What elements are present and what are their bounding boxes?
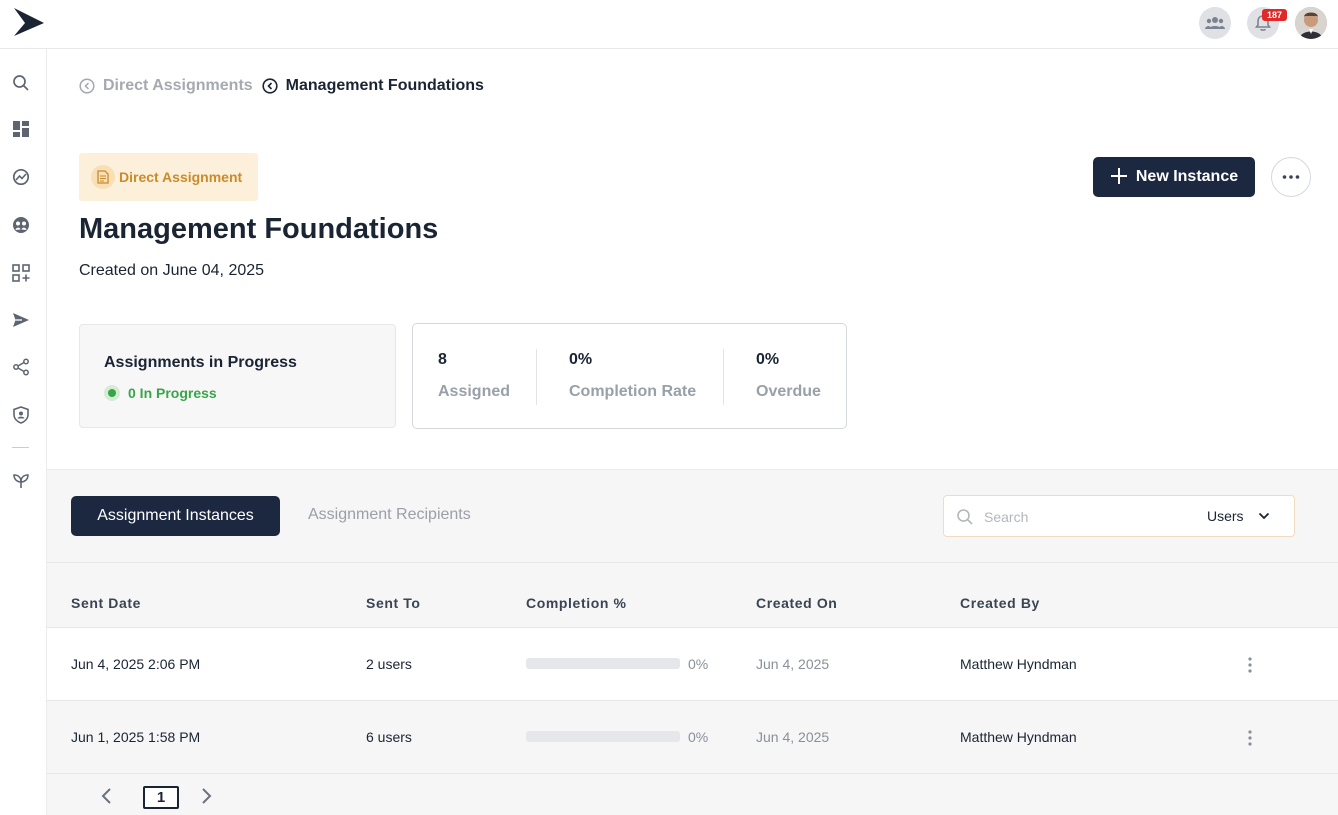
column-header[interactable]: Sent To	[366, 595, 421, 611]
stat-assigned: 8 Assigned	[438, 351, 510, 401]
search-icon	[957, 509, 973, 525]
progress-card-heading: Assignments in Progress	[104, 354, 297, 371]
share-icon[interactable]	[11, 357, 31, 377]
kebab-menu-icon	[1248, 730, 1252, 746]
stat-divider	[536, 349, 537, 405]
column-header[interactable]: Created On	[756, 595, 837, 611]
send-icon[interactable]	[11, 310, 31, 330]
stats-card: 8 Assigned 0% Completion Rate 0% Overdue	[412, 323, 847, 429]
chevron-right-icon	[202, 788, 212, 804]
completion-percent: 0%	[688, 729, 709, 745]
table-row[interactable]: Jun 4, 2025 2:06 PM 2 users 0% Jun 4, 20…	[47, 628, 1338, 701]
search-filter-select[interactable]: Users	[1207, 508, 1270, 524]
completion-progress-bar	[526, 731, 680, 742]
column-header[interactable]: Completion %	[526, 595, 627, 611]
stat-label: Overdue	[756, 383, 821, 400]
dashboard-icon[interactable]	[11, 119, 31, 139]
stat-label: Assigned	[438, 383, 511, 400]
notification-count-badge: 187	[1262, 9, 1287, 21]
document-icon	[91, 165, 115, 189]
search-icon[interactable]	[11, 73, 31, 93]
progress-card: Assignments in Progress 0 In Progress	[79, 324, 396, 428]
chevron-left-icon	[101, 788, 111, 804]
tab-assignment-recipients[interactable]: Assignment Recipients	[308, 506, 471, 524]
breadcrumb-parent[interactable]: Direct Assignments	[79, 77, 253, 95]
column-header[interactable]: Sent Date	[71, 595, 141, 611]
stat-divider	[723, 349, 724, 405]
created-by-cell: Matthew Hyndman	[960, 729, 1077, 745]
created-by-cell: Matthew Hyndman	[960, 656, 1077, 672]
stat-completion-rate: 0% Completion Rate	[569, 351, 696, 401]
instances-section: Assignment Instances Assignment Recipien…	[47, 469, 1338, 815]
created-date: Created on June 04, 2025	[79, 262, 265, 279]
back-arrow-icon	[262, 78, 278, 94]
sidebar-nav	[0, 49, 47, 815]
new-instance-label: New Instance	[1135, 168, 1239, 185]
search-filter-value: Users	[1207, 508, 1244, 524]
apps-add-icon[interactable]	[11, 263, 31, 283]
sent-to-cell: 6 users	[366, 729, 412, 745]
stat-value: 0%	[569, 351, 593, 368]
progress-status: 0 In Progress	[104, 385, 217, 401]
breadcrumb-current-label: Management Foundations	[285, 77, 484, 94]
stat-label: Completion Rate	[569, 383, 697, 400]
stat-value: 0%	[756, 351, 780, 368]
team-icon[interactable]	[1199, 7, 1231, 39]
next-page-button[interactable]	[196, 786, 216, 806]
user-avatar[interactable]	[1295, 7, 1327, 39]
previous-page-button[interactable]	[97, 786, 117, 806]
row-menu-button[interactable]	[1240, 655, 1260, 675]
table-header: Sent Date Sent To Completion % Created O…	[47, 562, 1338, 628]
stat-overdue: 0% Overdue	[756, 351, 821, 401]
people-icon[interactable]	[11, 215, 31, 235]
more-options-button[interactable]	[1271, 157, 1311, 197]
plant-icon[interactable]	[11, 471, 31, 491]
breadcrumb-parent-label: Direct Assignments	[103, 77, 253, 94]
created-on-cell: Jun 4, 2025	[756, 656, 830, 672]
table-row[interactable]: Jun 1, 2025 1:58 PM 6 users 0% Jun 4, 20…	[47, 701, 1338, 774]
chevron-down-icon	[1258, 512, 1269, 520]
assignment-type-badge: Direct Assignment	[79, 153, 258, 201]
page-number-current[interactable]: 1	[143, 786, 179, 809]
stat-value: 8	[438, 351, 447, 368]
row-menu-button[interactable]	[1240, 728, 1260, 748]
sent-date-cell: Jun 4, 2025 2:06 PM	[71, 656, 201, 672]
completion-percent: 0%	[688, 656, 709, 672]
analytics-icon[interactable]	[11, 167, 31, 187]
breadcrumb-current[interactable]: Management Foundations	[262, 77, 484, 95]
search-input[interactable]	[984, 506, 1184, 528]
shield-icon[interactable]	[11, 405, 31, 425]
brand-logo[interactable]	[12, 6, 46, 38]
sidebar-divider	[12, 447, 29, 448]
completion-progress-bar	[526, 658, 680, 669]
ellipsis-icon	[1282, 175, 1300, 179]
top-bar: 187	[0, 0, 1338, 49]
breadcrumb: Direct Assignments Management Foundation…	[79, 76, 484, 96]
column-header[interactable]: Created By	[960, 595, 1040, 611]
kebab-menu-icon	[1248, 657, 1252, 673]
sent-to-cell: 2 users	[366, 656, 412, 672]
search-box: Users	[943, 495, 1295, 537]
assignment-type-label: Direct Assignment	[119, 169, 243, 185]
page-title: Management Foundations	[79, 213, 439, 245]
pagination: 1	[47, 774, 1338, 815]
new-instance-button[interactable]: New Instance	[1093, 157, 1255, 197]
sent-date-cell: Jun 1, 2025 1:58 PM	[71, 729, 201, 745]
back-arrow-icon	[79, 78, 95, 94]
plus-icon	[1110, 167, 1128, 188]
tab-assignment-instances[interactable]: Assignment Instances	[71, 496, 280, 536]
progress-status-label: 0 In Progress	[128, 385, 217, 401]
created-on-cell: Jun 4, 2025	[756, 729, 830, 745]
status-dot-icon	[104, 385, 120, 401]
